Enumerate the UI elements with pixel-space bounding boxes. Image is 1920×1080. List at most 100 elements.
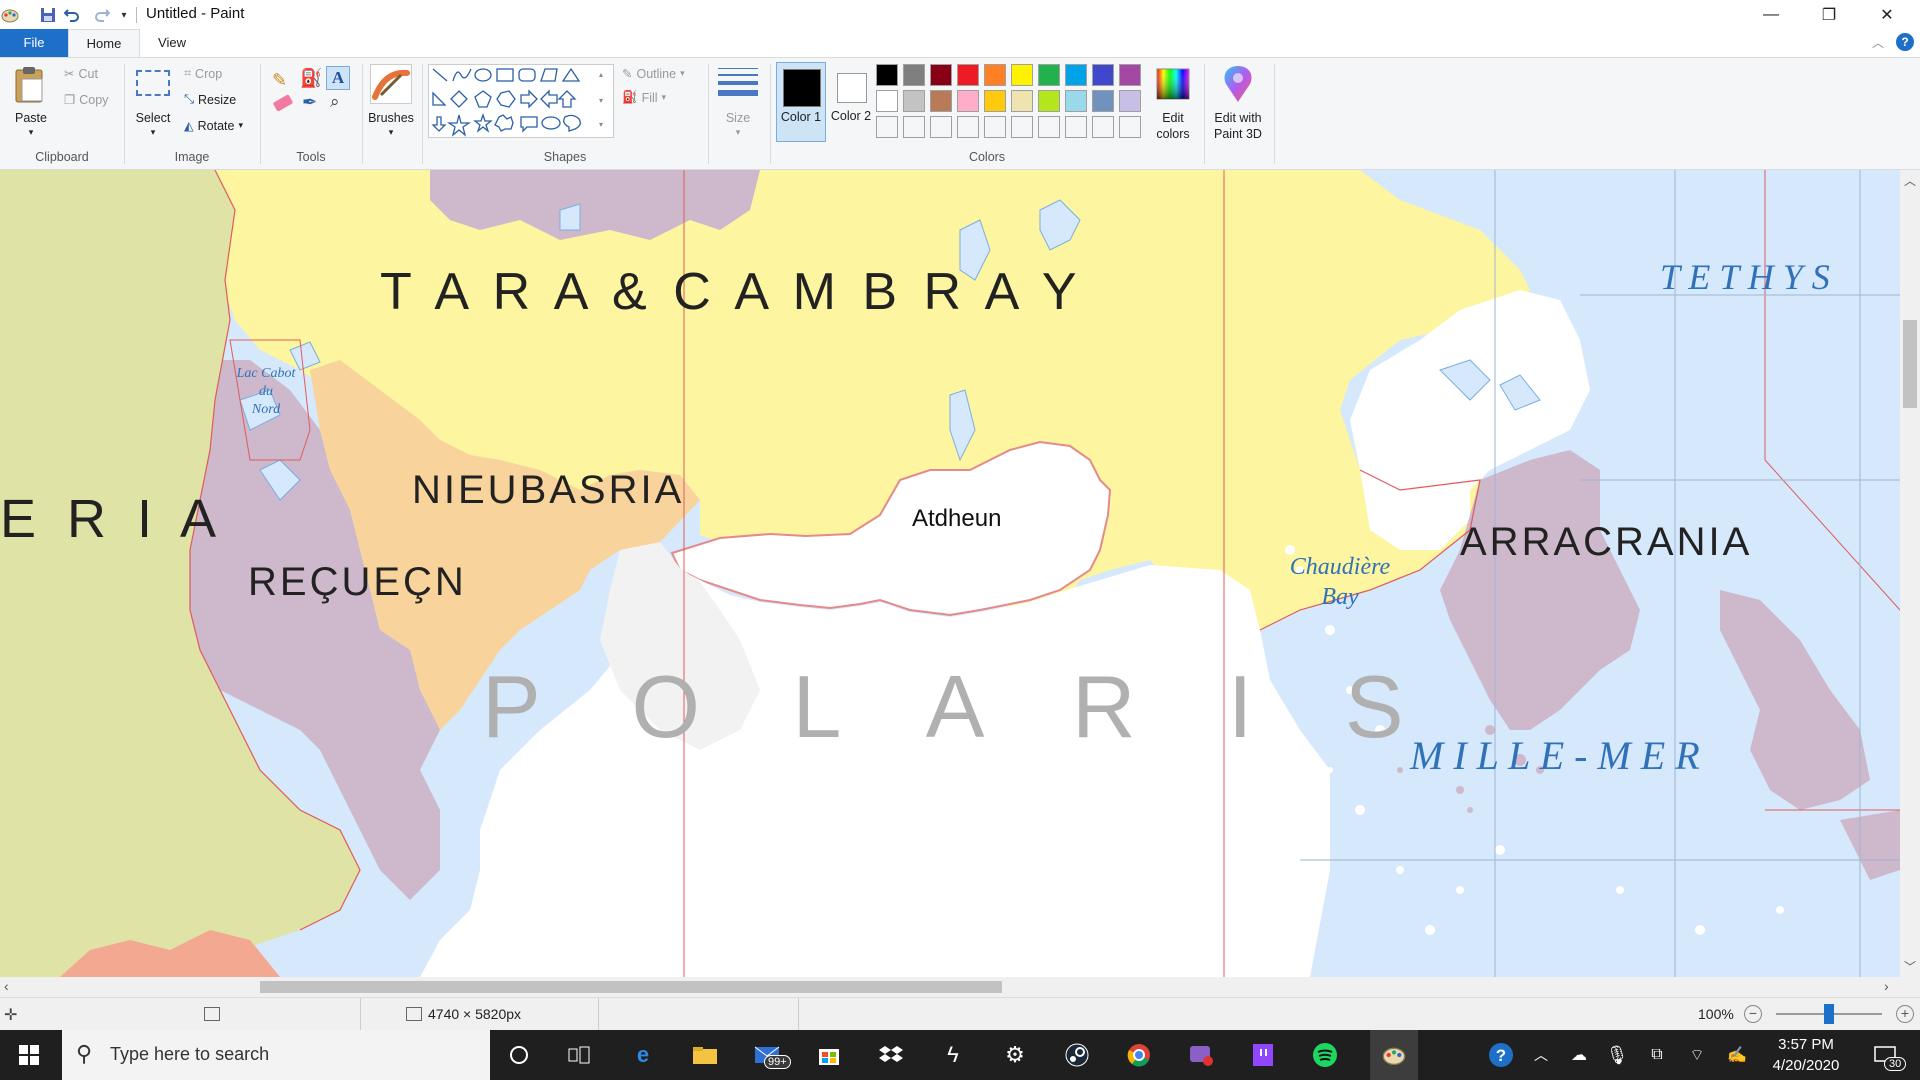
settings-gear-icon[interactable]: ⚙	[998, 1039, 1032, 1071]
size-icon[interactable]	[718, 68, 758, 96]
network-icon[interactable]: ⌔	[1680, 1039, 1714, 1071]
palette-swatch[interactable]	[903, 90, 925, 112]
size-dropdown-icon[interactable]: ▾	[733, 124, 743, 140]
horizontal-scrollbar[interactable]: ‹ ›	[0, 977, 1900, 997]
brushes-icon[interactable]	[370, 64, 412, 104]
edit-colors-icon[interactable]	[1156, 68, 1190, 100]
cut-button[interactable]: ✂ Cut	[64, 66, 98, 82]
palette-swatch[interactable]	[984, 90, 1006, 112]
brushes-dropdown-icon[interactable]: ▾	[386, 124, 396, 140]
palette-swatch-empty[interactable]	[876, 116, 898, 138]
palette-swatch-empty[interactable]	[1011, 116, 1033, 138]
scroll-right-icon[interactable]: ›	[1884, 978, 1889, 994]
edit-colors-label[interactable]: Edit colors	[1148, 110, 1198, 142]
copy-button[interactable]: ❐ Copy	[64, 92, 108, 108]
tab-home[interactable]: Home	[68, 29, 140, 57]
color2-button[interactable]: Color 2	[826, 62, 876, 142]
steam-icon[interactable]	[1060, 1039, 1094, 1071]
scroll-down-icon[interactable]: ﹀	[1904, 958, 1916, 975]
palette-swatch[interactable]	[1119, 90, 1141, 112]
horizontal-scroll-thumb[interactable]	[260, 981, 1002, 993]
task-view-icon[interactable]	[562, 1039, 596, 1071]
palette-swatch[interactable]	[930, 90, 952, 112]
cortana-icon[interactable]	[502, 1039, 536, 1071]
file-explorer-icon[interactable]	[688, 1039, 722, 1071]
palette-swatch[interactable]	[1065, 64, 1087, 86]
palette-swatch[interactable]	[984, 64, 1006, 86]
maximize-button[interactable]: ❐	[1800, 0, 1858, 29]
palette-swatch[interactable]	[1011, 90, 1033, 112]
palette-swatch[interactable]	[1092, 90, 1114, 112]
color-picker-icon[interactable]: ✒	[302, 92, 317, 113]
palette-swatch-empty[interactable]	[903, 116, 925, 138]
tab-view[interactable]: View	[140, 29, 204, 57]
show-hidden-icons-chevron[interactable]: ︿	[1524, 1039, 1558, 1071]
palette-swatch[interactable]	[1065, 90, 1087, 112]
messenger-icon[interactable]	[1184, 1039, 1218, 1071]
bolt-app-icon[interactable]: ϟ	[936, 1039, 970, 1071]
palette-swatch[interactable]	[876, 90, 898, 112]
action-center-icon[interactable]: 30	[1868, 1039, 1907, 1071]
crop-button[interactable]: ⌗ Crop	[184, 66, 222, 81]
paint-app-icon[interactable]	[0, 5, 20, 25]
palette-swatch[interactable]	[1038, 90, 1060, 112]
customize-qat-icon[interactable]: ▾	[114, 5, 134, 25]
palette-swatch[interactable]	[930, 64, 952, 86]
palette-swatch-empty[interactable]	[1065, 116, 1087, 138]
drawing-canvas[interactable]: T A R A & C A M B R A Y T E T H Y S Lac …	[0, 170, 1900, 977]
magnifier-icon[interactable]: ⌕	[330, 92, 340, 112]
zoom-out-button[interactable]: −	[1744, 1005, 1762, 1023]
paint3d-label[interactable]: Edit with Paint 3D	[1206, 110, 1270, 142]
pen-icon[interactable]: ✍	[1720, 1039, 1754, 1071]
save-icon[interactable]	[38, 5, 58, 25]
twitch-icon[interactable]	[1246, 1039, 1280, 1071]
windows-start-icon[interactable]	[12, 1039, 46, 1071]
onedrive-cloud-icon[interactable]: ☁	[1562, 1039, 1596, 1071]
select-dropdown-icon[interactable]: ▾	[148, 124, 158, 140]
minimize-button[interactable]: —	[1742, 0, 1800, 29]
scroll-left-icon[interactable]: ‹	[4, 978, 9, 994]
palette-swatch[interactable]	[1092, 64, 1114, 86]
paste-dropdown-icon[interactable]: ▾	[26, 124, 36, 140]
vertical-scrollbar[interactable]: ︿ ﹀	[1900, 170, 1920, 977]
palette-swatch[interactable]	[1011, 64, 1033, 86]
palette-swatch-empty[interactable]	[930, 116, 952, 138]
fill-button[interactable]: ⛽ Fill ▾	[622, 90, 666, 105]
help-tray-icon[interactable]: ?	[1484, 1039, 1518, 1071]
palette-swatch[interactable]	[903, 64, 925, 86]
eraser-icon[interactable]	[272, 94, 294, 112]
text-tool-icon[interactable]: A	[326, 66, 350, 90]
edge-icon[interactable]: e	[626, 1039, 660, 1071]
shapes-gallery[interactable]: ▴ ▾ ▾	[428, 64, 614, 138]
palette-swatch[interactable]	[876, 64, 898, 86]
help-icon[interactable]: ?	[1896, 33, 1914, 51]
scroll-up-icon[interactable]: ︿	[1904, 172, 1916, 189]
palette-swatch-empty[interactable]	[957, 116, 979, 138]
screen-record-icon[interactable]: ⧉	[1640, 1039, 1674, 1071]
palette-swatch-empty[interactable]	[1119, 116, 1141, 138]
zoom-slider-thumb[interactable]	[1824, 1004, 1834, 1024]
undo-icon[interactable]	[62, 5, 82, 25]
fill-bucket-icon[interactable]: ⛽	[300, 68, 322, 89]
pencil-icon[interactable]: ✎	[272, 70, 287, 91]
select-icon[interactable]	[136, 70, 170, 96]
palette-swatch[interactable]	[957, 64, 979, 86]
palette-swatch-empty[interactable]	[1038, 116, 1060, 138]
paste-icon[interactable]	[12, 66, 48, 106]
paint3d-icon[interactable]	[1220, 64, 1256, 104]
zoom-in-button[interactable]: +	[1896, 1005, 1914, 1023]
microphone-icon[interactable]: 🎙	[1600, 1039, 1634, 1071]
mail-icon[interactable]: 99+	[750, 1039, 791, 1071]
store-icon[interactable]	[812, 1039, 846, 1071]
tab-file[interactable]: File	[0, 29, 68, 57]
palette-swatch[interactable]	[957, 90, 979, 112]
paint-taskbar-icon[interactable]	[1370, 1030, 1418, 1080]
resize-button[interactable]: ⤡ Resize	[184, 92, 236, 107]
collapse-ribbon-icon[interactable]: ︿	[1872, 34, 1884, 51]
palette-swatch-empty[interactable]	[1092, 116, 1114, 138]
color1-button[interactable]: Color 1	[776, 62, 826, 142]
spotify-icon[interactable]	[1308, 1039, 1342, 1071]
clock[interactable]: 3:57 PM 4/20/2020	[1758, 1034, 1854, 1076]
taskbar-search-box[interactable]: ⚲ Type here to search	[62, 1030, 490, 1080]
close-button[interactable]: ✕	[1858, 0, 1916, 29]
